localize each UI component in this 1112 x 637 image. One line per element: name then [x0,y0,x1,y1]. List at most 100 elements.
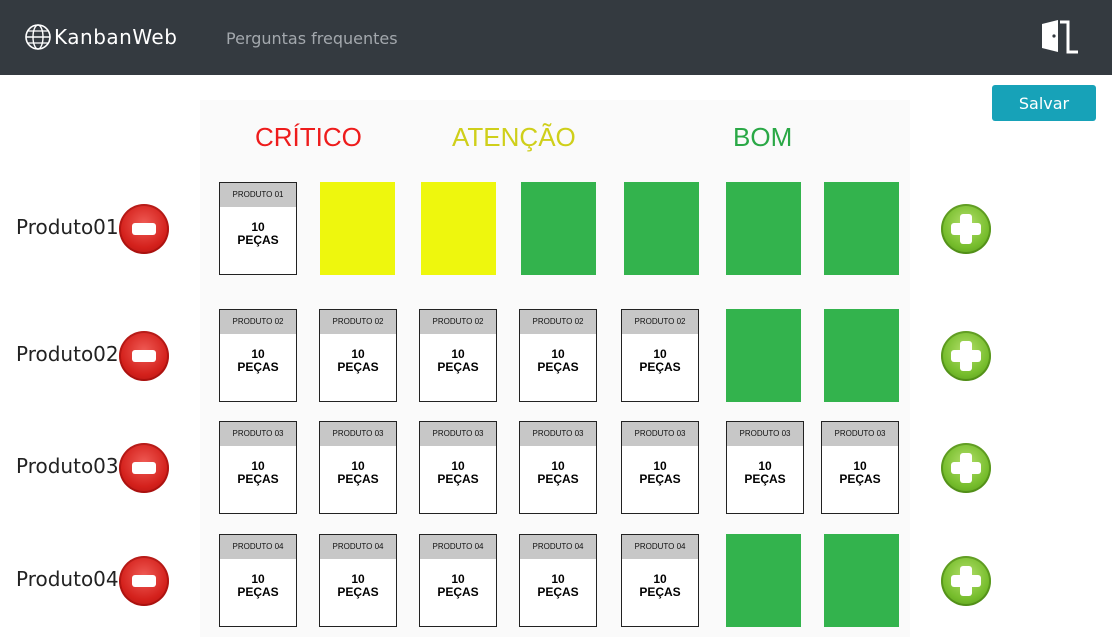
remove-card-button[interactable] [119,555,169,606]
status-critico: CRÍTICO [255,122,362,152]
kanban-card[interactable]: PRODUTO 01 10 PEÇAS [219,182,297,275]
card-qty-unit: PEÇAS [839,472,881,486]
card-qty-unit: PEÇAS [537,472,579,486]
card-quantity: 10 PEÇAS [520,573,596,599]
row-label-2: Produto02 [16,341,119,366]
card-product-code: PRODUTO 04 [420,535,496,559]
card-quantity: 10 PEÇAS [320,348,396,374]
empty-slot [726,309,801,402]
exit-door-icon[interactable] [1038,18,1080,59]
globe-icon [25,24,51,50]
card-quantity: 10 PEÇAS [622,460,698,486]
card-quantity: 10 PEÇAS [822,460,898,486]
empty-slot [824,534,899,627]
kanban-card[interactable]: PRODUTO 04 10 PEÇAS [419,534,497,627]
card-quantity: 10 PEÇAS [420,460,496,486]
card-quantity: 10 PEÇAS [320,573,396,599]
card-product-code: PRODUTO 03 [320,422,396,446]
card-quantity: 10 PEÇAS [520,348,596,374]
card-quantity: 10 PEÇAS [220,460,296,486]
card-quantity: 10 PEÇAS [220,348,296,374]
card-qty-unit: PEÇAS [237,472,279,486]
card-quantity: 10 PEÇAS [622,573,698,599]
card-quantity: 10 PEÇAS [220,221,296,247]
card-quantity: 10 PEÇAS [520,460,596,486]
navbar: KanbanWeb Perguntas frequentes [0,0,1112,75]
kanban-card[interactable]: PRODUTO 04 10 PEÇAS [219,534,297,627]
card-qty-unit: PEÇAS [639,585,681,599]
card-quantity: 10 PEÇAS [420,573,496,599]
kanban-card[interactable]: PRODUTO 04 10 PEÇAS [621,534,699,627]
empty-slot [320,182,395,275]
add-card-button[interactable] [941,442,991,493]
status-bom: BOM [733,122,793,152]
empty-slot [824,182,899,275]
card-product-code: PRODUTO 03 [727,422,803,446]
card-qty-unit: PEÇAS [537,360,579,374]
card-qty-unit: PEÇAS [337,585,379,599]
row-label-3: Produto03 [16,453,119,478]
kanban-card[interactable]: PRODUTO 02 10 PEÇAS [519,309,597,402]
add-card-button[interactable] [941,203,991,254]
card-qty-unit: PEÇAS [744,472,786,486]
card-quantity: 10 PEÇAS [420,348,496,374]
save-button[interactable]: Salvar [992,85,1096,121]
card-product-code: PRODUTO 03 [220,422,296,446]
empty-slot [726,534,801,627]
card-qty-unit: PEÇAS [437,585,479,599]
card-qty-unit: PEÇAS [237,585,279,599]
card-product-code: PRODUTO 03 [622,422,698,446]
kanban-card[interactable]: PRODUTO 03 10 PEÇAS [419,421,497,514]
card-qty-unit: PEÇAS [537,585,579,599]
kanban-card[interactable]: PRODUTO 02 10 PEÇAS [621,309,699,402]
card-product-code: PRODUTO 04 [622,535,698,559]
card-qty-unit: PEÇAS [639,472,681,486]
card-product-code: PRODUTO 02 [220,310,296,334]
card-qty-unit: PEÇAS [437,472,479,486]
card-quantity: 10 PEÇAS [727,460,803,486]
card-product-code: PRODUTO 02 [520,310,596,334]
card-qty-unit: PEÇAS [237,233,279,247]
card-qty-unit: PEÇAS [337,472,379,486]
card-product-code: PRODUTO 02 [622,310,698,334]
brand-name: KanbanWeb [54,25,178,49]
card-product-code: PRODUTO 04 [520,535,596,559]
kanban-card[interactable]: PRODUTO 04 10 PEÇAS [319,534,397,627]
card-product-code: PRODUTO 03 [520,422,596,446]
remove-card-button[interactable] [119,330,169,381]
empty-slot [726,182,801,275]
kanban-card[interactable]: PRODUTO 03 10 PEÇAS [319,421,397,514]
row-label-4: Produto04 [16,566,119,591]
card-quantity: 10 PEÇAS [220,573,296,599]
faq-link[interactable]: Perguntas frequentes [226,29,398,48]
status-atencao: ATENÇÃO [452,122,576,152]
kanban-card[interactable]: PRODUTO 03 10 PEÇAS [726,421,804,514]
kanban-card[interactable]: PRODUTO 02 10 PEÇAS [319,309,397,402]
kanban-card[interactable]: PRODUTO 04 10 PEÇAS [519,534,597,627]
remove-card-button[interactable] [119,203,169,254]
kanban-card[interactable]: PRODUTO 03 10 PEÇAS [219,421,297,514]
card-quantity: 10 PEÇAS [320,460,396,486]
add-card-button[interactable] [941,555,991,606]
row-label-1: Produto01 [16,214,119,239]
empty-slot [824,309,899,402]
kanban-card[interactable]: PRODUTO 03 10 PEÇAS [621,421,699,514]
card-product-code: PRODUTO 04 [320,535,396,559]
kanban-card[interactable]: PRODUTO 03 10 PEÇAS [519,421,597,514]
card-quantity: 10 PEÇAS [622,348,698,374]
empty-slot [521,182,596,275]
card-product-code: PRODUTO 02 [420,310,496,334]
kanban-card[interactable]: PRODUTO 02 10 PEÇAS [219,309,297,402]
empty-slot [421,182,496,275]
card-qty-unit: PEÇAS [639,360,681,374]
card-qty-unit: PEÇAS [237,360,279,374]
add-card-button[interactable] [941,330,991,381]
kanban-card[interactable]: PRODUTO 03 10 PEÇAS [821,421,899,514]
card-product-code: PRODUTO 04 [220,535,296,559]
card-product-code: PRODUTO 03 [420,422,496,446]
card-qty-unit: PEÇAS [437,360,479,374]
card-product-code: PRODUTO 01 [220,183,296,207]
kanban-card[interactable]: PRODUTO 02 10 PEÇAS [419,309,497,402]
remove-card-button[interactable] [119,442,169,493]
brand[interactable]: KanbanWeb [24,23,177,51]
